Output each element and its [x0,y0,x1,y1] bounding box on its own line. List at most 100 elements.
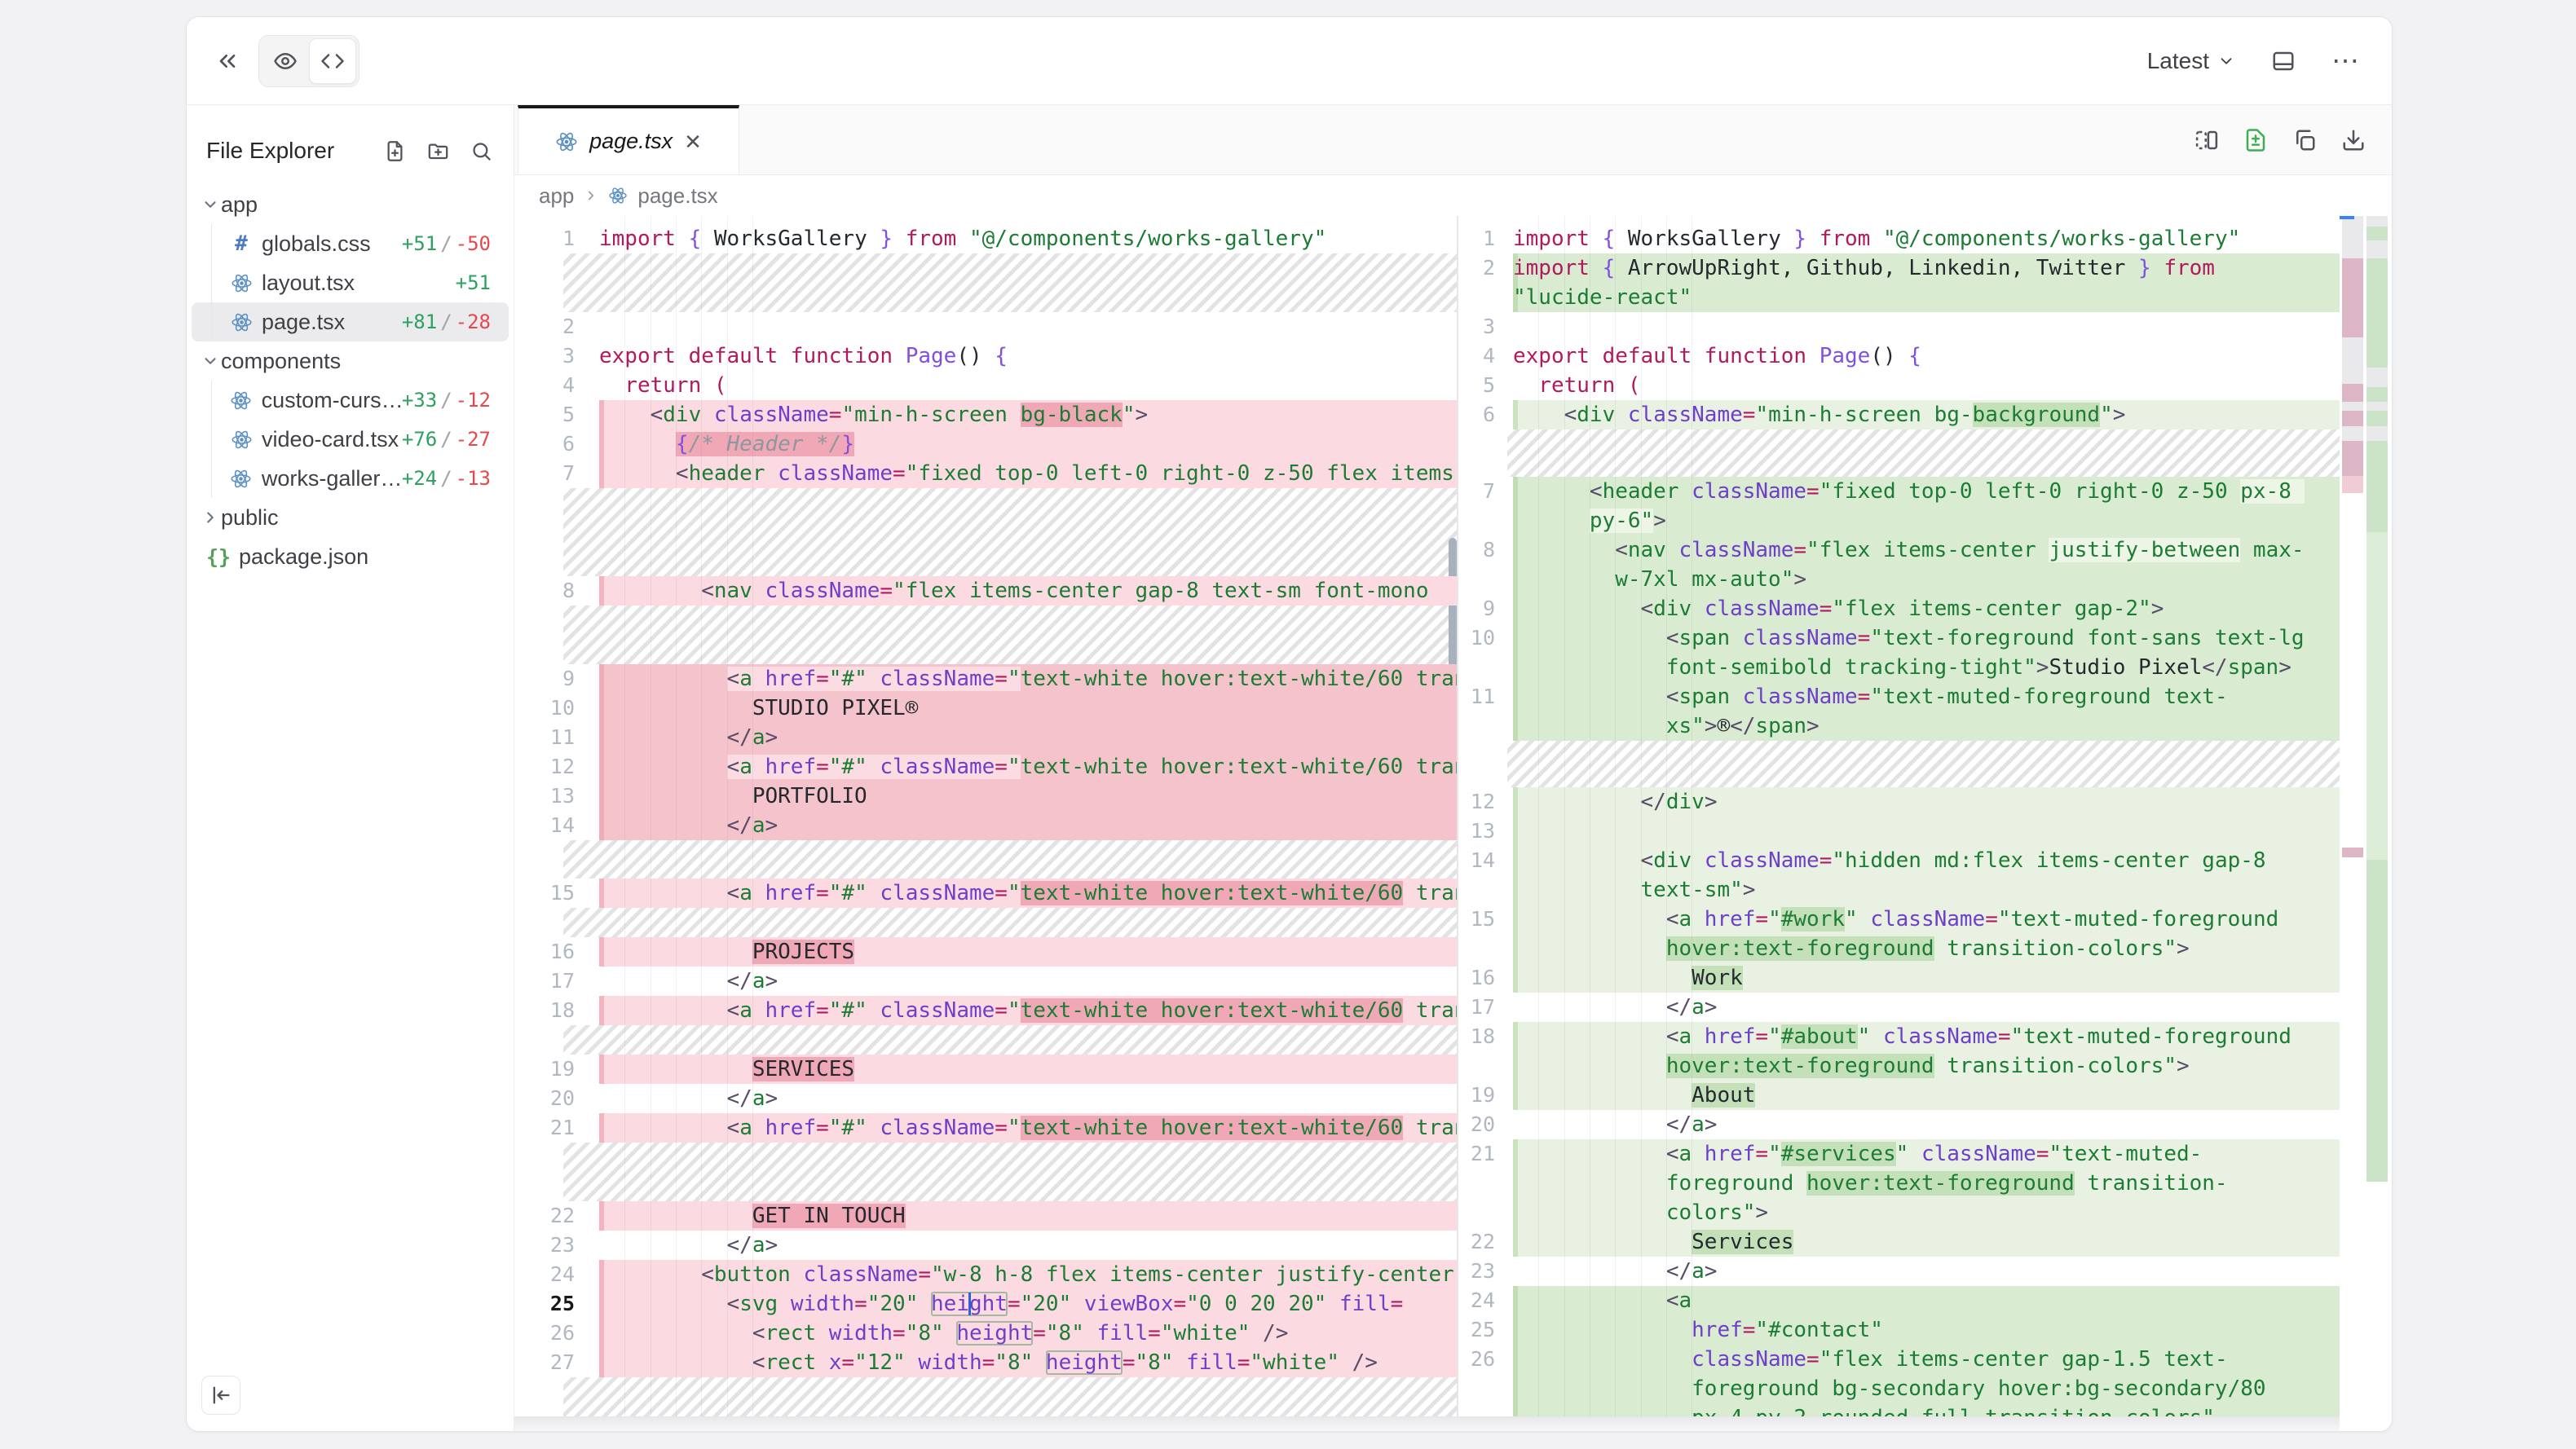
sidebar-file-video-card-tsx[interactable]: video-card.tsx+76/-27 [192,420,509,459]
new-folder-button[interactable] [427,140,449,162]
collapse-panel-button[interactable] [214,48,240,74]
code-line[interactable]: <header className="fixed top-0 left-0 ri… [1513,477,2340,535]
code-line[interactable]: <a href="#" className="text-white hover:… [599,996,1457,1025]
code-line[interactable]: </a> [599,723,1457,752]
code-line[interactable]: <nav className="flex items-center justif… [1513,535,2340,594]
line-number: 8 [514,576,599,606]
sidebar-file-package-json[interactable]: {}package.json [192,537,509,576]
code-line[interactable]: {/* Header */} [599,429,1457,459]
code-line[interactable]: </a> [599,1084,1457,1113]
split-editor-button[interactable] [2194,128,2219,152]
sidebar-folder-app[interactable]: app [192,185,509,224]
code-line[interactable]: export default function Page() { [599,341,1457,371]
code-line[interactable]: </div> [1513,787,2340,817]
version-label: Latest [2147,48,2209,74]
code-line[interactable]: <div className="flex items-center gap-2"… [1513,594,2340,623]
line-number: 14 [514,811,599,840]
sidebar-folder-public[interactable]: public [192,498,509,537]
code-line[interactable]: <span className="text-muted-foreground t… [1513,682,2340,741]
sidebar-title: File Explorer [206,138,334,164]
code-line[interactable]: return ( [1513,371,2340,400]
code-line[interactable]: import { WorksGallery } from "@/componen… [1513,224,2340,253]
code-line[interactable]: STUDIO PIXEL® [599,694,1457,723]
more-menu-button[interactable]: ⋯ [2331,45,2359,77]
code-line[interactable]: <div className="min-h-screen bg-backgrou… [1513,400,2340,429]
tab-close-icon[interactable]: ✕ [684,131,702,152]
diff-view-button[interactable] [2243,128,2268,152]
code-line[interactable]: </a> [599,811,1457,840]
sidebar-file-works-galler-[interactable]: works-galler…+24/-13 [192,459,509,498]
code-line[interactable]: <a [1513,1286,2340,1315]
code-line[interactable]: <nav className="flex items-center gap-8 … [599,576,1457,606]
code-line[interactable]: return ( [599,371,1457,400]
code-line[interactable]: <rect width="8" height="8" fill="white" … [599,1319,1457,1348]
copy-code-button[interactable] [2292,128,2317,152]
toolbar-right: Latest ⋯ [2147,45,2359,77]
preview-toggle-button[interactable] [262,38,309,84]
code-line[interactable]: import { ArrowUpRight, Github, Linkedin,… [1513,253,2340,312]
code-line[interactable]: <a href="#" className="text-white hover:… [599,664,1457,694]
code-line[interactable]: <a href="#services" className="text-mute… [1513,1139,2340,1227]
collapse-sidebar-button[interactable] [201,1376,240,1415]
tab-page-tsx[interactable]: page.tsx ✕ [518,105,739,174]
ellipsis-icon: ⋯ [2331,45,2359,77]
minimap-segment [2342,402,2363,410]
code-line[interactable] [1513,817,2340,846]
code-line[interactable]: About [1513,1081,2340,1110]
diff-pane-old[interactable]: 1import { WorksGallery } from "@/compone… [514,216,1457,1431]
sidebar-file-layout-tsx[interactable]: layout.tsx+51 [192,263,509,302]
double-chevron-left-icon [214,48,240,74]
indent-guide [624,216,625,1431]
code-line[interactable]: export default function Page() { [1513,341,2340,371]
code-line[interactable]: <a href="#about" className="text-muted-f… [1513,1022,2340,1081]
code-line[interactable]: GET IN TOUCH [599,1201,1457,1231]
code-line[interactable]: <rect x="12" width="8" height="8" fill="… [599,1348,1457,1377]
download-button[interactable] [2341,128,2366,152]
download-icon [2341,128,2366,152]
sidebar-folder-components[interactable]: components [192,341,509,381]
version-dropdown[interactable]: Latest [2147,48,2235,74]
search-icon [470,140,492,162]
code-line[interactable]: <a href="#work" className="text-muted-fo… [1513,905,2340,963]
code-line[interactable]: SERVICES [599,1055,1457,1084]
horizontal-scrollbar-track[interactable] [514,1416,2340,1431]
panel-bottom-button[interactable] [2271,49,2296,73]
diff-minimap[interactable] [2340,216,2392,1431]
minimap-segment [2366,426,2388,441]
code-line[interactable]: <div className="hidden md:flex items-cen… [1513,846,2340,905]
sidebar-file-page-tsx[interactable]: page.tsx+81/-28 [192,302,509,341]
code-line[interactable]: <div className="min-h-screen bg-black"> [599,400,1457,429]
code-line[interactable]: <span className="text-foreground font-sa… [1513,623,2340,682]
code-line[interactable]: import { WorksGallery } from "@/componen… [599,224,1457,253]
file-label: custom-curs… [262,388,402,413]
code-line[interactable]: href="#contact" [1513,1315,2340,1345]
code-line[interactable]: </a> [1513,993,2340,1022]
code-toggle-button[interactable] [309,38,356,84]
sidebar-file-globals-css[interactable]: #globals.css+51/-50 [192,224,509,263]
sidebar-file-custom-curs-[interactable]: custom-curs…+33/-12 [192,381,509,420]
code-line[interactable]: PORTFOLIO [599,782,1457,811]
code-line[interactable]: Work [1513,963,2340,993]
code-line[interactable]: <header className="fixed top-0 left-0 ri… [599,459,1457,488]
code-line[interactable]: </a> [1513,1110,2340,1139]
code-line[interactable]: <a href="#" className="text-white hover:… [599,1113,1457,1143]
code-line[interactable] [1513,312,2340,341]
diff-pane-new[interactable]: 1import { WorksGallery } from "@/compone… [1458,216,2340,1431]
code-line[interactable]: PROJECTS [599,937,1457,967]
code-line[interactable]: <a href="#" className="text-white hover:… [599,879,1457,908]
code-line[interactable]: <svg width="20" height="20" viewBox="0 0… [599,1289,1457,1319]
code-line[interactable]: </a> [599,967,1457,996]
code-line[interactable]: Services [1513,1227,2340,1257]
code-line[interactable]: <button className="w-8 h-8 flex items-ce… [599,1260,1457,1289]
search-files-button[interactable] [470,140,492,162]
copy-icon [2292,128,2317,152]
new-file-button[interactable] [384,140,406,162]
code-line[interactable]: </a> [599,1231,1457,1260]
code-line[interactable] [599,312,1457,341]
line-number: 5 [1458,371,1513,400]
file-label: video-card.tsx [262,427,399,452]
code-line[interactable]: </a> [1513,1257,2340,1286]
breadcrumb-file[interactable]: page.tsx [637,183,717,209]
code-line[interactable]: <a href="#" className="text-white hover:… [599,752,1457,782]
breadcrumb-folder[interactable]: app [539,183,574,209]
